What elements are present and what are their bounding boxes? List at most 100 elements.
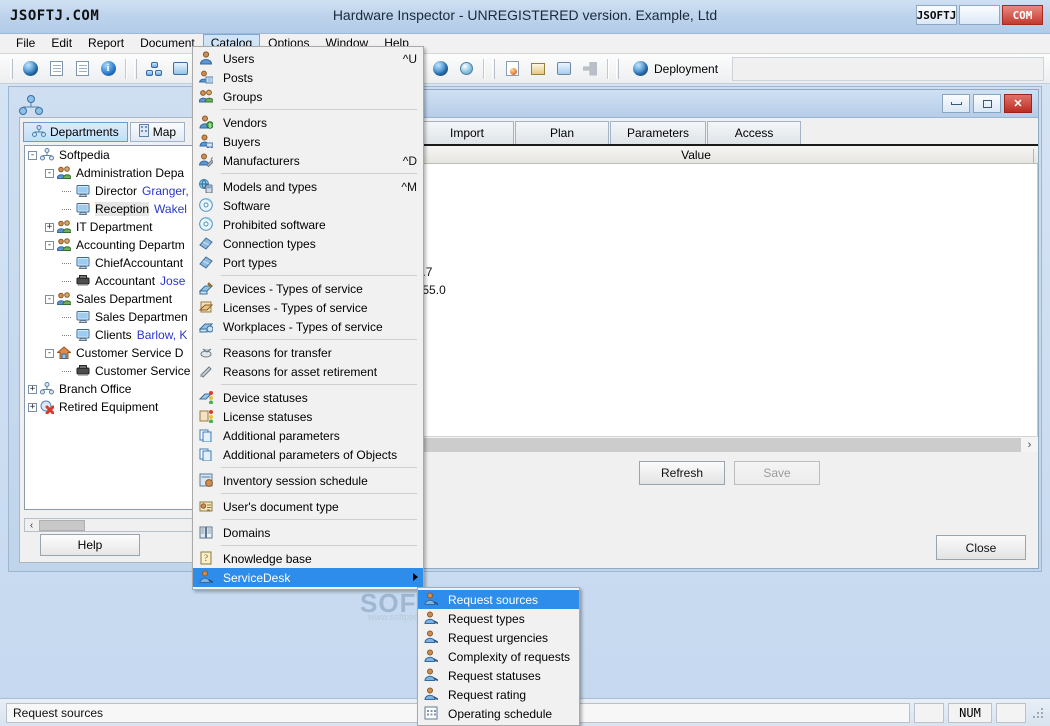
tab-departments[interactable]: Departments: [23, 122, 128, 142]
model-icon[interactable]: [427, 57, 453, 81]
info-icon[interactable]: i: [95, 57, 121, 81]
catalog-menu-item-inventory-session-schedule[interactable]: Inventory session schedule: [193, 471, 423, 490]
collapse-icon[interactable]: -: [28, 150, 37, 160]
tab-parameters[interactable]: Parameters: [610, 121, 707, 144]
deployment-button[interactable]: Deployment: [623, 57, 728, 81]
hierarchy-icon[interactable]: [141, 57, 167, 81]
label-icon[interactable]: [525, 57, 551, 81]
tab-map[interactable]: Map: [129, 122, 186, 142]
close-dialog-button[interactable]: Close: [936, 535, 1026, 560]
submenu-item-request-sources[interactable]: Request sources: [418, 590, 579, 609]
submenu-item-operating-schedule[interactable]: Operating schedule: [418, 704, 579, 723]
minimize-button[interactable]: JSOFTJ: [916, 5, 957, 25]
catalog-menu-item-additional-parameters[interactable]: Additional parameters: [193, 426, 423, 445]
catalog-menu-item-users[interactable]: Users ^U: [193, 49, 423, 68]
catalog-menu-item-models-and-types[interactable]: Models and types ^M: [193, 177, 423, 196]
submenu-item-complexity-of-requests[interactable]: Complexity of requests: [418, 647, 579, 666]
tree-node[interactable]: - Softpedia: [25, 146, 213, 164]
tab-plan[interactable]: Plan: [515, 121, 609, 144]
tree-node[interactable]: - Sales Department: [25, 290, 213, 308]
menu-file[interactable]: File: [8, 34, 43, 53]
maximize-button[interactable]: [959, 5, 1000, 25]
tree-horizontal-scrollbar[interactable]: ‹ ›: [24, 518, 214, 532]
catalog-menu-item-servicedesk[interactable]: ServiceDesk: [193, 568, 423, 587]
tree-node[interactable]: Sales Departmen: [25, 308, 213, 326]
tab-import[interactable]: Import: [420, 121, 514, 144]
menu-report[interactable]: Report: [80, 34, 132, 53]
expand-icon[interactable]: +: [45, 222, 54, 232]
tree-node[interactable]: + IT Department: [25, 218, 213, 236]
catalog-menu-item-device-statuses[interactable]: Device statuses: [193, 388, 423, 407]
catalog-menu-item-license-statuses[interactable]: License statuses: [193, 407, 423, 426]
submenu-item-request-statuses[interactable]: Request statuses: [418, 666, 579, 685]
scroll-thumb[interactable]: [39, 519, 85, 531]
catalog-menu-item-manufacturers[interactable]: Manufacturers ^D: [193, 151, 423, 170]
submenu-item-request-urgencies[interactable]: Request urgencies: [418, 628, 579, 647]
workplaces-restore-button[interactable]: [973, 94, 1001, 113]
help-button[interactable]: Help: [40, 534, 140, 556]
catalog-menu-item-vendors[interactable]: $ Vendors: [193, 113, 423, 132]
catalog-menu-item-groups[interactable]: Groups: [193, 87, 423, 106]
tools-icon[interactable]: [577, 57, 603, 81]
servicedesk-submenu[interactable]: Request sources Request types Request urge…: [417, 587, 580, 726]
tree-node[interactable]: Customer Service: [25, 362, 213, 380]
collapse-icon[interactable]: -: [45, 348, 54, 358]
toolbar-grip[interactable]: [10, 58, 13, 79]
scroll-left-arrow[interactable]: ‹: [25, 519, 38, 531]
catalog-menu-item-connection-types[interactable]: Connection types: [193, 234, 423, 253]
workplaces-close-button[interactable]: ✕: [1004, 94, 1032, 113]
tree-node[interactable]: Reception Wakel: [25, 200, 213, 218]
tree-node[interactable]: - Customer Service D: [25, 344, 213, 362]
catalog-menu-item-domains[interactable]: Domains: [193, 523, 423, 542]
catalog-menu-item-software[interactable]: Software: [193, 196, 423, 215]
catalog-menu-item-additional-parameters-of-objects[interactable]: Additional parameters of Objects: [193, 445, 423, 464]
tree-node-value: Jose: [160, 274, 186, 288]
menu-edit[interactable]: Edit: [43, 34, 80, 53]
tree-node[interactable]: - Accounting Departm: [25, 236, 213, 254]
catalog-menu-item-devices-types-of-service[interactable]: Devices - Types of service: [193, 279, 423, 298]
form-icon[interactable]: [167, 57, 193, 81]
inventory-icon[interactable]: [551, 57, 577, 81]
preview-icon[interactable]: [43, 57, 69, 81]
collapse-icon[interactable]: -: [45, 168, 54, 178]
tree-node[interactable]: Director Granger,: [25, 182, 213, 200]
tree-node[interactable]: + Retired Equipment: [25, 398, 213, 416]
refresh-button[interactable]: Refresh: [639, 461, 725, 485]
expand-icon[interactable]: +: [28, 384, 37, 394]
toolbar-grip-2[interactable]: [134, 58, 137, 79]
catalog-menu-item-licenses-types-of-service[interactable]: Licenses - Types of service: [193, 298, 423, 317]
collapse-icon[interactable]: -: [45, 240, 54, 250]
value-scroll-right-arrow[interactable]: ›: [1021, 437, 1038, 452]
close-button[interactable]: COM: [1002, 5, 1043, 25]
catalog-menu-item-reasons-for-transfer[interactable]: Reasons for transfer: [193, 343, 423, 362]
catalog-menu-item-label: ServiceDesk: [223, 570, 291, 585]
resize-grip[interactable]: [1032, 706, 1044, 719]
report-icon[interactable]: [499, 57, 525, 81]
software-icon[interactable]: [453, 57, 479, 81]
catalog-menu-item-prohibited-software[interactable]: Prohibited software: [193, 215, 423, 234]
departments-tree[interactable]: - Softpedia - Administration Depa Director Gr…: [24, 145, 214, 510]
tree-node[interactable]: Accountant Jose: [25, 272, 213, 290]
tree-node[interactable]: ChiefAccountant: [25, 254, 213, 272]
toolbar-grip-5[interactable]: [616, 58, 619, 79]
catalog-menu-item-buyers[interactable]: Buyers: [193, 132, 423, 151]
tree-node[interactable]: Clients Barlow, K: [25, 326, 213, 344]
workplaces-minimize-button[interactable]: [942, 94, 970, 113]
submenu-item-request-types[interactable]: Request types: [418, 609, 579, 628]
toolbar-grip-4[interactable]: [492, 58, 495, 79]
globe-icon[interactable]: [17, 57, 43, 81]
expand-icon[interactable]: +: [28, 402, 37, 412]
collapse-icon[interactable]: -: [45, 294, 54, 304]
catalog-menu-item-posts[interactable]: Posts: [193, 68, 423, 87]
tree-node[interactable]: + Branch Office: [25, 380, 213, 398]
catalog-dropdown-menu[interactable]: Users ^U Posts Groups $ Vendors Buyers Manufact…: [192, 46, 424, 590]
catalog-menu-item-knowledge-base[interactable]: ? Knowledge base: [193, 549, 423, 568]
tab-access[interactable]: Access: [707, 121, 802, 144]
catalog-menu-item-workplaces-types-of-service[interactable]: Workplaces - Types of service: [193, 317, 423, 336]
catalog-menu-item-reasons-for-asset-retirement[interactable]: Reasons for asset retirement: [193, 362, 423, 381]
catalog-menu-item-port-types[interactable]: Port types: [193, 253, 423, 272]
catalog-menu-item-user-s-document-type[interactable]: User's document type: [193, 497, 423, 516]
submenu-item-request-rating[interactable]: Request rating: [418, 685, 579, 704]
document-help-icon[interactable]: [69, 57, 95, 81]
tree-node[interactable]: - Administration Depa: [25, 164, 213, 182]
